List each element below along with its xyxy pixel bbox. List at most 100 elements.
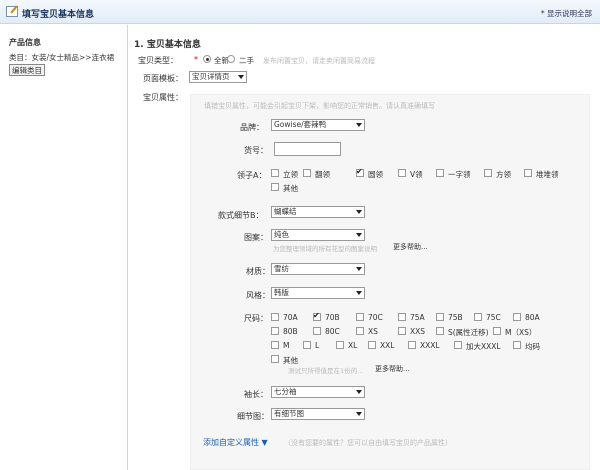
model-label: 货号： (244, 146, 268, 155)
caret-down-icon: ▼ (261, 438, 268, 447)
material-label: 材质： (246, 267, 270, 276)
edit-category-button[interactable]: 编辑类目 (9, 64, 45, 76)
size-checkbox[interactable] (368, 341, 376, 349)
chevron-down-icon (356, 412, 362, 416)
pattern-select[interactable]: 纯色 (271, 229, 365, 241)
collar-checkbox[interactable] (398, 169, 406, 177)
size-checkbox[interactable] (513, 341, 521, 349)
collar-label: 领子A： (237, 171, 267, 180)
collar-checkbox[interactable] (271, 169, 279, 177)
size-option-label: XL (348, 341, 358, 350)
page-title: 填写宝贝基本信息 (22, 10, 95, 20)
chevron-down-icon (356, 267, 362, 271)
size-checkbox[interactable] (454, 341, 462, 349)
size-checkbox[interactable] (356, 313, 364, 321)
collar-checkbox[interactable] (356, 167, 364, 177)
detail-select-value: 有细节图 (274, 409, 304, 418)
template-select-value: 宝贝详情页 (192, 72, 230, 81)
add-custom-attr-label: 添加自定义属性 (203, 438, 259, 447)
pattern-hint: 为您整理领域的所有花型的图案说明 (273, 245, 377, 253)
material-select[interactable]: 雪纺 (271, 263, 365, 275)
size-option-label: XXXL (420, 341, 440, 350)
brand-select-value: Gowise/套辣鸭 (274, 120, 327, 129)
size-checkbox[interactable] (271, 327, 279, 335)
radio-new[interactable] (203, 55, 211, 63)
size-checkbox[interactable] (271, 355, 279, 363)
pattern-select-value: 纯色 (274, 230, 289, 239)
size-option-label: 70A (283, 313, 298, 322)
template-label: 页面模板： (143, 74, 183, 83)
chevron-down-icon (356, 390, 362, 394)
size-option-label: XXS (410, 327, 426, 336)
collar-option-label: 立领 (283, 170, 298, 179)
collar-checkbox[interactable] (271, 183, 279, 191)
size-option-label: 75C (486, 313, 501, 322)
size-option-label: 80A (525, 313, 540, 322)
required-mark: * (194, 55, 198, 64)
size-more-help-link[interactable]: 更多帮助... (375, 364, 410, 374)
size-checkbox[interactable] (303, 341, 311, 349)
size-checkbox[interactable] (271, 313, 279, 321)
add-custom-hint: （没有您要的属性？您可以自由填写宝贝的产品属性） (284, 439, 452, 447)
chevron-down-icon (356, 233, 362, 237)
size-checkbox[interactable] (356, 327, 364, 335)
pattern-more-help-link[interactable]: 更多帮助... (393, 242, 428, 252)
section-title: 1. 宝贝基本信息 (134, 40, 201, 50)
size-checkbox[interactable] (398, 327, 406, 335)
size-option-label: 均码 (525, 342, 540, 351)
size-checkbox[interactable] (436, 313, 444, 321)
size-checkbox[interactable] (474, 313, 482, 321)
attrs-hint: 填错宝贝属性，可能会引起宝贝下架，影响您的正常销售。请认真准确填写 (204, 102, 435, 110)
collar-checkbox[interactable] (484, 169, 492, 177)
size-option-label: 70C (368, 313, 383, 322)
style-detail-label: 款式细节B： (218, 211, 264, 220)
brand-label: 品牌： (240, 123, 264, 132)
size-checkbox[interactable] (398, 313, 406, 321)
material-select-value: 雪纺 (274, 264, 289, 273)
show-help-link[interactable]: * 显示说明全部 (541, 8, 592, 19)
detail-label: 细节图： (237, 412, 269, 421)
size-checkbox[interactable] (313, 327, 321, 335)
size-checkbox[interactable] (513, 313, 521, 321)
sleeve-label: 袖长： (244, 390, 268, 399)
collar-checkbox[interactable] (436, 169, 444, 177)
collar-option-label: V领 (410, 170, 423, 179)
model-input[interactable] (274, 142, 341, 156)
size-option-label: M (283, 341, 290, 350)
size-option-label: S(属性迁移) (448, 328, 489, 337)
size-option-label: XS (368, 327, 378, 336)
chevron-down-icon (238, 75, 244, 79)
size-checkbox[interactable] (336, 341, 344, 349)
pattern-label: 图案： (244, 233, 268, 242)
collar-option-label: 方领 (496, 170, 511, 179)
sleeve-select-value: 七分袖 (274, 387, 297, 396)
sidebar-section-title: 产品信息 (9, 38, 41, 47)
radio-used-label: 二手 (239, 56, 254, 65)
brand-select[interactable]: Gowise/套辣鸭 (271, 119, 365, 131)
size-checkbox[interactable] (408, 341, 416, 349)
style-select[interactable]: 韩版 (271, 287, 365, 299)
template-select[interactable]: 宝贝详情页 (189, 71, 247, 83)
collar-option-label: 一字领 (448, 170, 471, 179)
size-checkbox[interactable] (436, 327, 444, 335)
category-path: 类目：女装/女士精品>>连衣裙 (9, 53, 115, 62)
style-label: 风格： (246, 291, 270, 300)
chevron-down-icon (356, 291, 362, 295)
style-detail-value: 蝴蝶结 (274, 207, 297, 216)
size-checkbox[interactable] (271, 341, 279, 349)
size-option-label: 70B (325, 313, 340, 322)
radio-used[interactable] (227, 55, 235, 63)
size-checkbox[interactable] (313, 311, 321, 321)
detail-select[interactable]: 有细节图 (271, 408, 365, 420)
size-option-label: L (315, 341, 320, 350)
sidebar (0, 25, 128, 470)
sleeve-select[interactable]: 七分袖 (271, 386, 365, 398)
style-detail-select[interactable]: 蝴蝶结 (271, 206, 365, 218)
size-checkbox[interactable] (493, 327, 501, 335)
collar-checkbox[interactable] (524, 169, 532, 177)
size-option-label: 75A (410, 313, 425, 322)
collar-checkbox[interactable] (303, 169, 311, 177)
add-custom-attr-link[interactable]: 添加自定义属性 ▼ (203, 437, 268, 448)
item-type-hint: 发布闲置宝贝，请走卖闲置简易流程 (263, 57, 375, 65)
collar-option-label: 翻领 (315, 170, 330, 179)
